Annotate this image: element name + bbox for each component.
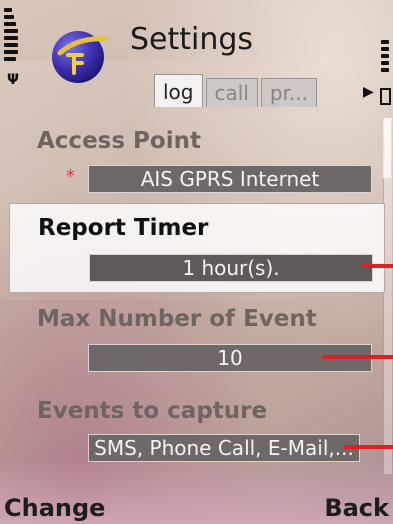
access-point-label: Access Point xyxy=(37,128,201,154)
tab-call[interactable]: call xyxy=(205,78,258,107)
app-logo-icon xyxy=(52,31,109,83)
change-softkey[interactable]: Change xyxy=(4,494,105,522)
report-timer-row[interactable]: Report Timer 1 hour(s). xyxy=(9,203,385,293)
events-capture-label: Events to capture xyxy=(37,398,268,424)
max-events-label: Max Number of Event xyxy=(37,306,317,332)
tab-scroll-right-icon[interactable]: ▶ xyxy=(363,84,374,100)
tab-log[interactable]: log xyxy=(154,74,203,107)
back-softkey[interactable]: Back xyxy=(324,494,389,522)
tab-more[interactable]: pr... xyxy=(260,78,318,107)
report-timer-label: Report Timer xyxy=(38,215,209,241)
signal-bars-icon xyxy=(4,8,18,64)
antenna-icon: Ψ xyxy=(7,72,19,88)
access-point-field[interactable]: AIS GPRS Internet xyxy=(88,165,372,193)
events-capture-field[interactable]: SMS, Phone Call, E-Mail,... xyxy=(88,434,360,462)
annotation-line-report-timer xyxy=(362,264,393,268)
scrollbar-thumb[interactable] xyxy=(383,118,391,178)
annotation-line-events-capture xyxy=(344,445,393,449)
battery-icon xyxy=(380,88,391,105)
battery-bars-icon xyxy=(381,40,389,75)
report-timer-field[interactable]: 1 hour(s). xyxy=(89,254,373,282)
tab-bar: log call pr... xyxy=(154,74,320,110)
annotation-line-max-events xyxy=(322,355,393,359)
required-marker: * xyxy=(66,166,75,187)
page-title: Settings xyxy=(130,22,254,57)
